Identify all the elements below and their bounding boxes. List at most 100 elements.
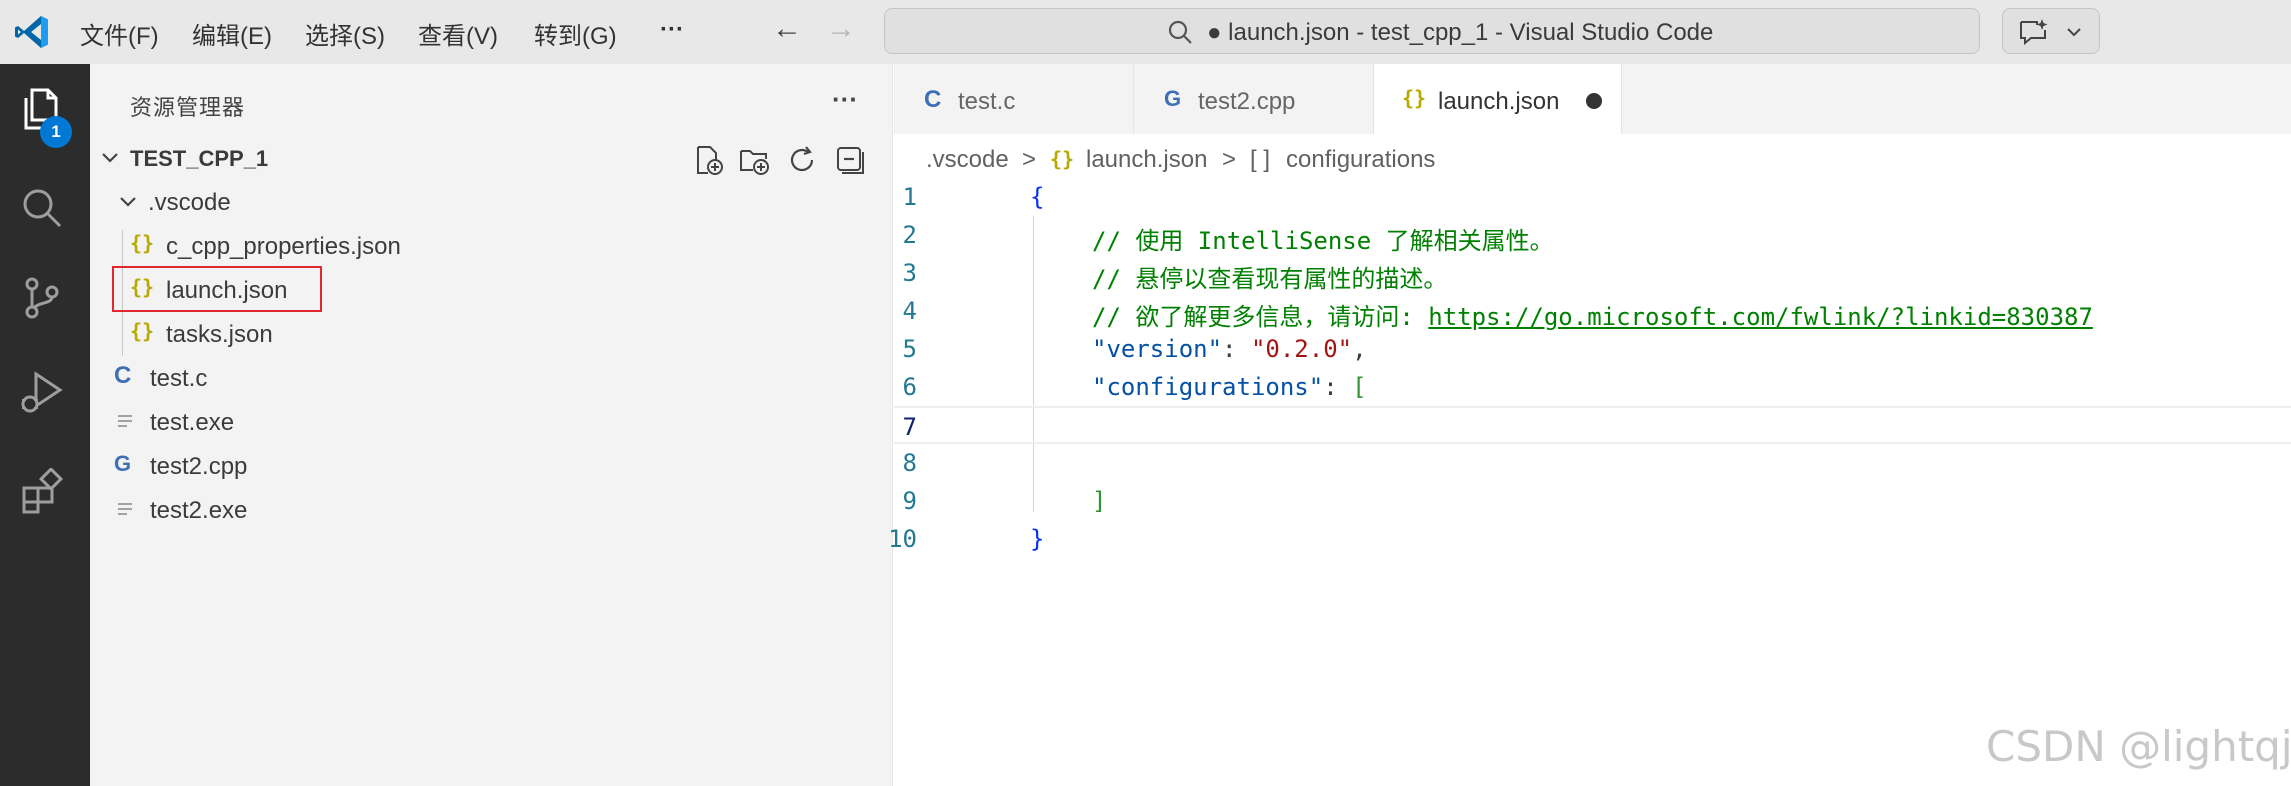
code-line-current: 7 [894, 406, 2291, 444]
line-number: 9 [902, 487, 917, 515]
tree-item-test2-cpp[interactable]: G test2.cpp [90, 444, 893, 488]
source-control-icon[interactable] [18, 274, 66, 322]
activity-explorer[interactable]: 1 [0, 64, 90, 160]
tree-item-c-cpp-properties[interactable]: {} c_cpp_properties.json [90, 224, 893, 268]
annotation-highlight-box [112, 266, 322, 312]
window-title: ● launch.json - test_cpp_1 - Visual Stud… [1207, 19, 1714, 46]
tree-item-test2-exe[interactable]: test2.exe [90, 488, 893, 532]
collapse-all-icon[interactable] [834, 144, 866, 176]
chat-sparkle-icon [2020, 19, 2048, 46]
breadcrumb-separator: > [1222, 146, 1237, 173]
folder-label: .vscode [148, 189, 231, 216]
activity-bar: 1 [0, 64, 90, 786]
json-bracket: [ [1352, 373, 1367, 401]
extensions-icon[interactable] [18, 468, 66, 516]
code-line: 10 } [888, 520, 2291, 558]
menu-go[interactable]: 转到(G) [534, 16, 617, 51]
code-line: 5 "version": "0.2.0", [894, 330, 2291, 368]
project-name: TEST_CPP_1 [130, 146, 269, 171]
file-label: test.exe [150, 409, 235, 436]
tab-label: test.c [958, 88, 1016, 115]
new-file-icon[interactable] [692, 144, 724, 176]
json-string: "0.2.0" [1250, 335, 1353, 363]
line-number: 6 [902, 373, 917, 401]
menu-edit[interactable]: 编辑(E) [192, 16, 272, 51]
search-icon[interactable] [18, 184, 66, 232]
explorer-more-icon[interactable]: ··· [832, 84, 858, 115]
tree-item-tasks-json[interactable]: {} tasks.json [90, 312, 893, 356]
tab-label: launch.json [1438, 88, 1560, 115]
vscode-logo-icon[interactable] [12, 12, 52, 52]
json-key: "configurations" [1092, 373, 1324, 401]
chevron-down-icon [102, 153, 118, 163]
code-line: 2 // 使用 IntelliSense 了解相关属性。 [894, 216, 2291, 255]
json-key: "version" [1092, 335, 1223, 363]
new-folder-icon[interactable] [738, 144, 770, 176]
breadcrumb-file[interactable]: launch.json [1086, 146, 1207, 174]
title-bar: 文件(F) 编辑(E) 选择(S) 查看(V) 转到(G) ··· ← → ● … [0, 0, 2291, 64]
tab-label: test2.cpp [1198, 88, 1296, 115]
line-number: 8 [902, 449, 917, 477]
menu-more-icon[interactable]: ··· [660, 16, 684, 44]
code-line: 4 // 欲了解更多信息，请访问: https://go.microsoft.c… [894, 292, 2291, 332]
code-link[interactable]: https://go.microsoft.com/fwlink/?linkid=… [1428, 303, 2093, 331]
unsaved-dot-icon[interactable] [1586, 93, 1602, 109]
code-line: 8 [894, 444, 2291, 482]
json-file-icon: {} [130, 231, 155, 255]
chevron-down-icon [120, 197, 136, 207]
tree-item-test-exe[interactable]: test.exe [90, 400, 893, 444]
refresh-icon[interactable] [786, 144, 818, 176]
json-comma: , [1352, 335, 1367, 363]
c-file-icon: C [114, 362, 132, 389]
json-file-icon: {} [130, 319, 155, 343]
line-number: 1 [902, 183, 917, 211]
tree-folder-vscode[interactable]: .vscode [90, 180, 893, 224]
menu-view[interactable]: 查看(V) [418, 16, 498, 51]
command-center[interactable]: ● launch.json - test_cpp_1 - Visual Stud… [884, 8, 1980, 54]
search-icon [1168, 20, 1192, 44]
file-label: test2.cpp [150, 453, 248, 480]
back-arrow-icon[interactable]: ← [772, 14, 802, 44]
tab-launch-json[interactable]: {} launch.json [1374, 64, 1622, 134]
menu-file[interactable]: 文件(F) [80, 16, 159, 51]
editor-tabs: C test.c G test2.cpp {} launch.json [894, 64, 2291, 134]
code-text: { [1030, 183, 1045, 211]
menu-selection[interactable]: 选择(S) [305, 16, 385, 51]
json-file-icon: {} [1402, 86, 1427, 110]
json-colon: : [1323, 373, 1353, 401]
project-root-row[interactable]: TEST_CPP_1 [90, 136, 893, 180]
line-number: 7 [902, 413, 917, 441]
code-text: } [1030, 525, 1045, 553]
line-number: 10 [888, 525, 917, 553]
file-label: test2.exe [150, 497, 248, 524]
code-line: 1 { [894, 178, 2291, 216]
breadcrumb-folder[interactable]: .vscode [926, 146, 1009, 174]
chevron-down-icon [2067, 28, 2081, 37]
code-pair: "version": "0.2.0", [1092, 335, 1367, 363]
code-line: 3 // 悬停以查看现有属性的描述。 [894, 254, 2291, 293]
code-pair: "configurations": [ [1092, 373, 1367, 401]
cpp-file-icon: G [1164, 86, 1182, 111]
copilot-chat-button[interactable] [2002, 8, 2100, 54]
breadcrumb-symbol[interactable]: configurations [1286, 146, 1435, 174]
forward-arrow-icon[interactable]: → [826, 14, 856, 44]
code-line: 9 ] [894, 482, 2291, 520]
file-label: tasks.json [166, 321, 273, 348]
file-label: c_cpp_properties.json [166, 233, 401, 260]
code-comment-line: // 欲了解更多信息，请访问: https://go.microsoft.com… [1092, 297, 2093, 332]
line-number: 5 [902, 335, 917, 363]
watermark: CSDN @lightqjx [1986, 722, 2291, 771]
run-debug-icon[interactable] [18, 368, 66, 416]
json-colon: : [1222, 335, 1251, 363]
tree-item-test-c[interactable]: C test.c [90, 356, 893, 400]
tab-test-c[interactable]: C test.c [894, 64, 1134, 134]
tab-test2-cpp[interactable]: G test2.cpp [1134, 64, 1374, 134]
line-number: 4 [902, 297, 917, 325]
c-file-icon: C [924, 86, 942, 113]
json-file-icon: {} [1050, 147, 1075, 171]
code-comment: // 使用 IntelliSense 了解相关属性。 [1092, 227, 1554, 255]
line-number: 3 [902, 259, 917, 287]
array-symbol-icon: [ ] [1250, 146, 1271, 173]
explorer-badge: 1 [40, 116, 72, 148]
explorer-title: 资源管理器 [130, 95, 246, 120]
